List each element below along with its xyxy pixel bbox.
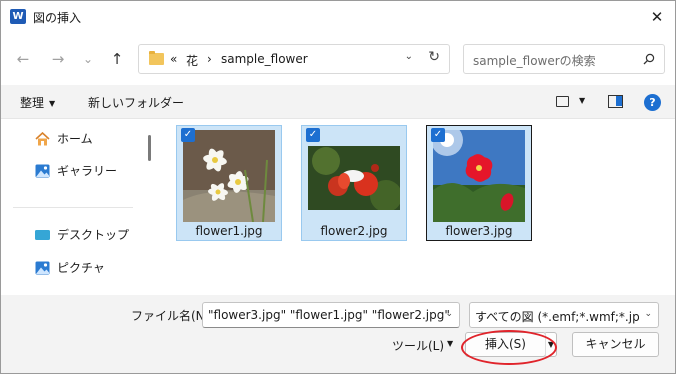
sidebar-divider bbox=[13, 207, 133, 208]
file-tile-flower2[interactable]: ✓ flower2.jpg bbox=[301, 125, 407, 241]
folder-icon bbox=[149, 51, 164, 65]
file-type-filter-select[interactable]: すべての図 (*.emf;*.wmf;*.jpg;*.jp ⌄ bbox=[469, 302, 659, 328]
title-bar: W 図の挿入 ✕ bbox=[1, 1, 675, 33]
cancel-button[interactable]: キャンセル bbox=[572, 332, 659, 357]
navigation-bar: ← → ⌄ ↑ « 花 › sample_flower ⌄ ↻ sample_f… bbox=[1, 33, 675, 85]
file-name: flower3.jpg bbox=[445, 224, 513, 238]
sidebar-item-label: ピクチャ bbox=[57, 261, 105, 275]
tools-button[interactable]: ツール(L) bbox=[392, 337, 444, 354]
checkbox-checked-icon[interactable]: ✓ bbox=[306, 128, 320, 142]
file-type-filter-value: すべての図 (*.emf;*.wmf;*.jpg;*.jp bbox=[475, 310, 639, 324]
breadcrumb-folder-sample-flower[interactable]: sample_flower bbox=[221, 52, 308, 66]
breadcrumb-separator[interactable]: › bbox=[207, 52, 212, 66]
pictures-icon bbox=[35, 261, 50, 275]
flower1-thumbnail bbox=[183, 130, 275, 222]
sidebar-scrollbar[interactable] bbox=[148, 135, 151, 161]
file-name: flower1.jpg bbox=[195, 224, 263, 238]
word-app-icon: W bbox=[10, 9, 26, 24]
file-name: flower2.jpg bbox=[320, 224, 388, 238]
navigation-pane: ホーム ギャラリー デスクトップ 📌 ピクチャ 📌 bbox=[1, 119, 172, 295]
filter-dropdown-chevron-icon[interactable]: ⌄ bbox=[644, 309, 652, 319]
address-bar[interactable]: « 花 › sample_flower ⌄ ↻ bbox=[138, 44, 450, 74]
filename-dropdown-chevron-icon[interactable]: ⌄ bbox=[445, 309, 453, 319]
flower2-thumbnail bbox=[308, 146, 400, 210]
file-list: ✓ flower1.jpg ✓ flower2.jpg ✓ flower3.jp… bbox=[159, 119, 675, 295]
red-highlight-ellipse bbox=[461, 330, 557, 365]
filename-field[interactable]: "flower3.jpg" "flower1.jpg" "flower2.jpg… bbox=[202, 302, 460, 328]
preview-pane-icon[interactable] bbox=[608, 95, 623, 108]
checkbox-checked-icon[interactable]: ✓ bbox=[431, 128, 445, 142]
filename-value: "flower3.jpg" "flower1.jpg" "flower2.jpg… bbox=[208, 308, 450, 322]
back-arrow-icon[interactable]: ← bbox=[11, 33, 35, 85]
forward-arrow-icon[interactable]: → bbox=[46, 33, 70, 85]
organize-label: 整理 bbox=[20, 96, 45, 110]
file-tile-flower3[interactable]: ✓ flower3.jpg bbox=[426, 125, 532, 241]
search-placeholder: sample_flowerの検索 bbox=[473, 54, 596, 68]
gallery-icon bbox=[35, 164, 50, 178]
organize-button[interactable]: 整理 ▼ bbox=[20, 94, 55, 111]
breadcrumb-folder-hana[interactable]: 花 bbox=[186, 52, 198, 69]
refresh-icon[interactable]: ↻ bbox=[428, 49, 440, 65]
checkbox-checked-icon[interactable]: ✓ bbox=[181, 128, 195, 142]
file-tile-flower1[interactable]: ✓ flower1.jpg bbox=[176, 125, 282, 241]
close-button[interactable]: ✕ bbox=[637, 1, 675, 33]
sidebar-item-label: ギャラリー bbox=[57, 164, 118, 178]
up-arrow-icon[interactable]: ↑ bbox=[105, 33, 129, 85]
flower3-thumbnail bbox=[433, 130, 525, 222]
desktop-icon bbox=[35, 230, 50, 240]
view-mode-icon[interactable] bbox=[556, 96, 569, 107]
caret-down-icon: ▼ bbox=[49, 99, 56, 108]
address-dropdown-chevron-icon[interactable]: ⌄ bbox=[405, 51, 413, 62]
sidebar-item-label: デスクトップ bbox=[57, 228, 130, 242]
home-icon bbox=[35, 132, 50, 146]
insert-picture-dialog: W 図の挿入 ✕ ← → ⌄ ↑ « 花 › sample_flower ⌄ ↻… bbox=[0, 0, 676, 374]
recent-locations-chevron-icon[interactable]: ⌄ bbox=[76, 33, 100, 85]
dialog-title: 図の挿入 bbox=[33, 11, 82, 25]
help-icon[interactable]: ? bbox=[644, 94, 661, 111]
search-icon bbox=[643, 53, 655, 65]
command-bar: 整理 ▼ 新しいフォルダー ▼ ? bbox=[1, 85, 675, 119]
new-folder-button[interactable]: 新しいフォルダー bbox=[88, 94, 184, 111]
dialog-footer: ファイル名(N): "flower3.jpg" "flower1.jpg" "f… bbox=[1, 295, 675, 373]
view-options-caret-icon[interactable]: ▼ bbox=[579, 96, 585, 105]
sidebar-item-label: ホーム bbox=[57, 132, 93, 146]
breadcrumb-overflow[interactable]: « bbox=[170, 52, 177, 66]
search-input[interactable]: sample_flowerの検索 bbox=[463, 44, 665, 74]
tools-caret-icon[interactable]: ▼ bbox=[447, 339, 453, 348]
